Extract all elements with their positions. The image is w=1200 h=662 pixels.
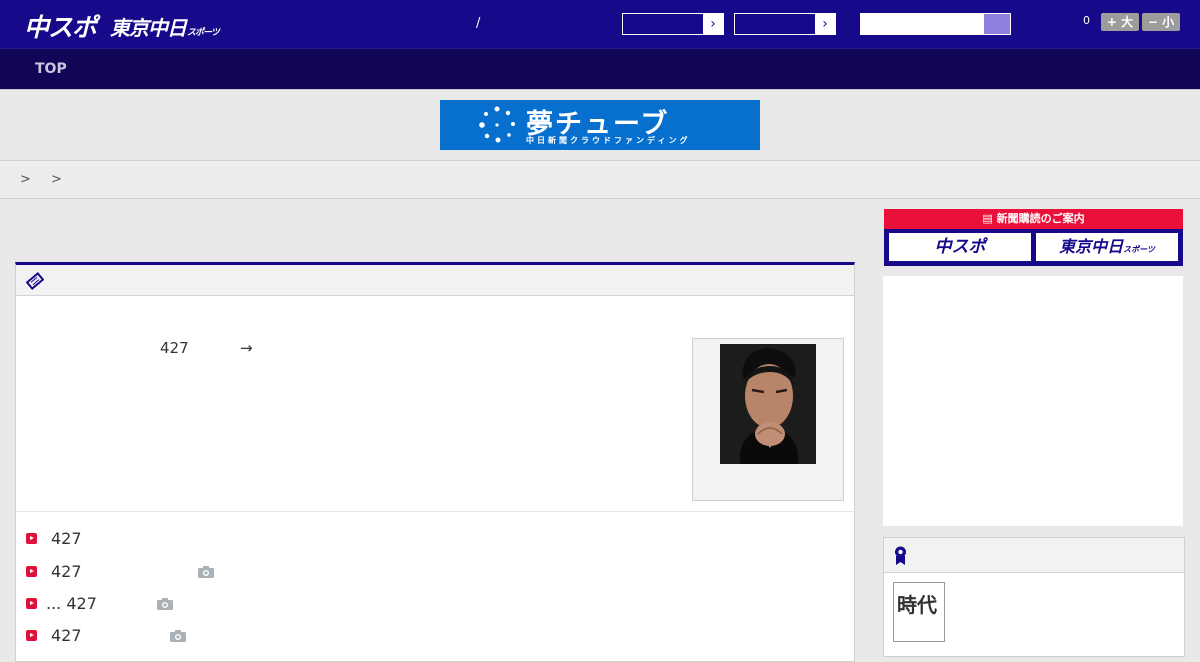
related-article-title: 427 [51,529,82,548]
tokyo-chunichi-logo-text: 東京中日 [110,16,187,40]
nav-item-top[interactable]: TOP [35,61,67,77]
banner-subtitle: 中日新聞クラウドファンディング [526,136,691,145]
article-photo-frame[interactable] [692,338,844,501]
related-article-title: 427 [51,562,82,581]
newspaper-icon: ▤ [982,212,997,225]
advertisement-slot[interactable] [883,276,1183,526]
ribbon-icon [895,546,906,565]
font-size-larger-button[interactable]: + 大 [1101,13,1139,31]
article-lead-number: 427 [160,339,189,357]
subscribe-tokyo-chunichi-small: スポーツ [1123,245,1155,254]
subscription-title: ▤ 新聞購読のご案内 [884,209,1183,229]
main-nav: TOP [0,48,1200,89]
ranking-thumbnail[interactable]: 時代 [893,582,945,642]
tokyo-chunichi-logo[interactable]: 東京中日スポーツ [110,12,220,41]
subscribe-tokyo-chunichi-label: 東京中日 [1059,237,1124,256]
subscription-title-text: 新聞購読のご案内 [996,212,1085,225]
chevron-right-icon: › [815,14,835,34]
play-bullet-icon [26,598,37,609]
dots-ring-icon [479,106,515,143]
play-bullet-icon [26,533,37,544]
site-header: 中スポ 東京中日スポーツ / › › 0 + 大 − 小 [0,0,1200,48]
yume-tube-banner[interactable]: 夢チューブ 中日新聞クラウドファンディング [440,100,760,150]
related-article-number: 427 [66,594,97,613]
subscribe-tokyo-chunichi-button[interactable]: 東京中日スポーツ [1036,233,1178,261]
article-box: 427 → 427 427 ... 427 427 [15,262,855,662]
play-bullet-icon [26,630,37,641]
ranking-box: 時代 [883,537,1185,657]
search-input[interactable] [860,13,983,35]
tokyo-chunichi-logo-small: スポーツ [187,28,220,38]
search-button[interactable] [983,13,1011,35]
camera-icon [157,598,173,610]
breadcrumb: > > [0,160,1200,199]
ranking-header [884,538,1184,573]
chevron-right-icon: › [703,14,723,34]
notification-count: 0 [1083,14,1090,27]
ranking-thumbnail-text: 時代 [897,593,937,617]
related-article-title: 427 [51,626,82,645]
header-separator: / [476,16,481,31]
article-divider [16,511,854,512]
font-size-smaller-button[interactable]: − 小 [1142,13,1180,31]
nav-divider [0,89,1200,90]
related-article-prefix: ... [46,594,67,613]
camera-icon [170,630,186,642]
subscribe-chuspo-button[interactable]: 中スポ [889,233,1031,261]
category-select[interactable]: › [622,13,724,35]
subcategory-select[interactable]: › [734,13,836,35]
play-bullet-icon [26,566,37,577]
camera-icon [198,566,214,578]
article-photo [720,344,816,464]
breadcrumb-separators: > > [20,172,70,187]
related-article-title: ... 427 [46,594,97,613]
article-lead-arrow: → [240,339,253,357]
subscription-box: ▤ 新聞購読のご案内 中スポ 東京中日スポーツ [884,209,1183,266]
article-header [16,265,854,296]
chuspo-logo[interactable]: 中スポ [24,8,97,44]
ticket-icon [26,272,44,290]
